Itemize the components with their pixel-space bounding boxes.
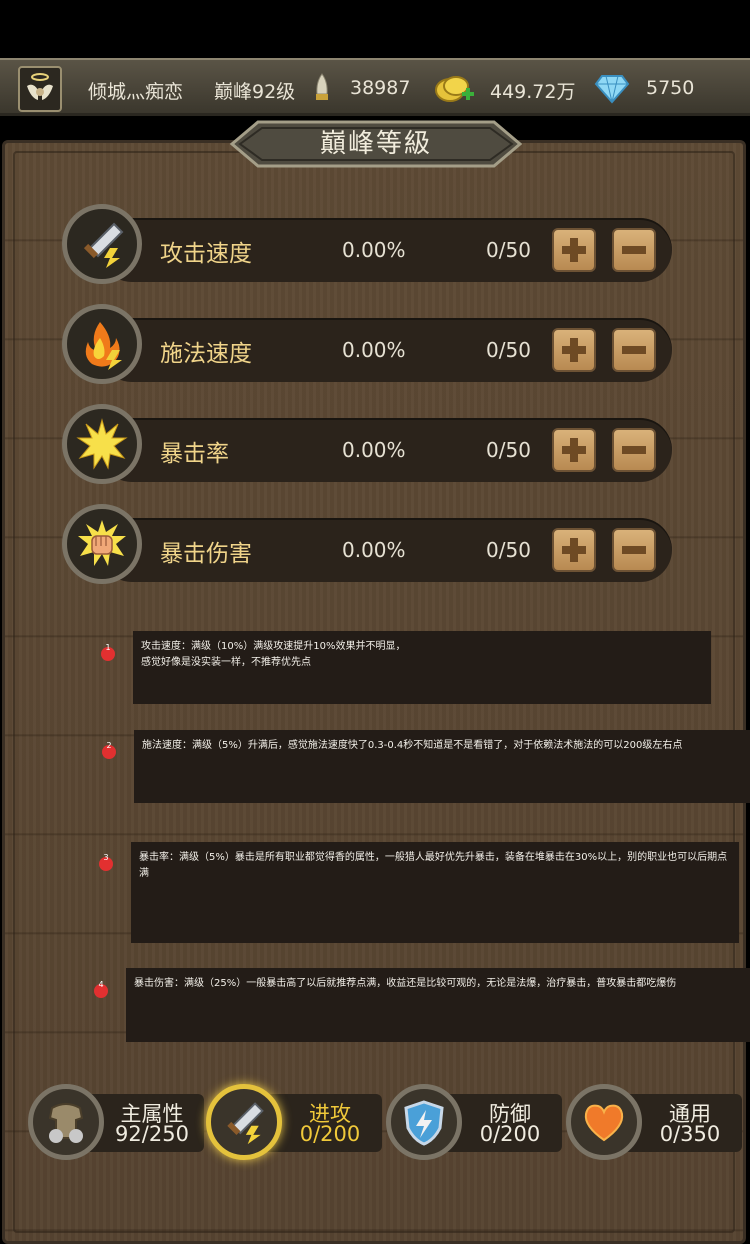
note-box: 施法速度：满级（5%）升满后，感觉施法速度快了0.3-0.4秒不知道是不是看错了…	[134, 730, 750, 803]
burst-icon	[62, 404, 142, 484]
plus-icon	[562, 338, 586, 362]
note-box: 暴击伤害：满级（25%）一般暴击高了以后就推荐点满，收益还是比较可观的，无论是法…	[126, 968, 750, 1042]
attr-name: 暴击伤害	[160, 541, 252, 567]
attr-count: 0/50	[486, 238, 531, 262]
sword-lightning-icon	[62, 204, 142, 284]
minus-icon	[622, 546, 646, 554]
title-banner: 巔峰等級	[230, 120, 522, 168]
peak-level: 巅峰92级	[214, 81, 296, 103]
note-number: 4	[98, 980, 104, 989]
page-title: 巔峰等級	[319, 129, 432, 159]
angel-icon	[27, 73, 53, 100]
attr-row-attack-speed: 攻击速度 0.00% 0/50	[60, 204, 675, 290]
minus-button[interactable]	[612, 528, 656, 572]
gold-coins-add-icon[interactable]	[434, 74, 476, 104]
bullet-icon	[316, 73, 328, 100]
attr-percent: 0.00%	[342, 338, 406, 362]
tab-value: 0/200	[299, 1122, 361, 1146]
sword-lightning-icon	[206, 1084, 282, 1160]
plus-button[interactable]	[552, 228, 596, 272]
plus-icon	[562, 538, 586, 562]
minus-button[interactable]	[612, 428, 656, 472]
attr-row-crit-damage: 暴击伤害 0.00% 0/50	[60, 504, 675, 590]
shield-lightning-icon	[386, 1084, 462, 1160]
diamond-count: 5750	[646, 77, 695, 99]
minus-icon	[622, 446, 646, 454]
plus-icon	[562, 238, 586, 262]
fist-burst-icon	[62, 504, 142, 584]
note-box: 攻击速度：满级（10%）满级攻速提升10%效果并不明显， 感觉好像是没实装一样，…	[133, 631, 711, 704]
tab-main-attribute[interactable]: 主属性 92/250	[28, 1080, 206, 1166]
attr-count: 0/50	[486, 438, 531, 462]
attr-name: 暴击率	[160, 441, 229, 467]
plus-button[interactable]	[552, 428, 596, 472]
plus-icon	[562, 438, 586, 462]
attr-name: 施法速度	[160, 341, 252, 367]
attr-name: 攻击速度	[160, 241, 252, 267]
avatar[interactable]	[18, 66, 62, 112]
attr-percent: 0.00%	[342, 438, 406, 462]
category-tabs: 主属性 92/250 进攻 0/200 防御 0/200 通用 0/350	[0, 1080, 750, 1166]
tab-general[interactable]: 通用 0/350	[566, 1080, 744, 1166]
plus-button[interactable]	[552, 528, 596, 572]
tab-value: 0/200	[479, 1122, 541, 1146]
minus-button[interactable]	[612, 328, 656, 372]
tab-value: 0/350	[659, 1122, 721, 1146]
gold-count: 449.72万	[490, 81, 576, 103]
tab-defense[interactable]: 防御 0/200	[386, 1080, 564, 1166]
plus-button[interactable]	[552, 328, 596, 372]
note-number: 3	[103, 853, 109, 862]
note-box: 暴击率：满级（5%）暴击是所有职业都觉得香的属性，一般猎人最好优先升暴击，装备在…	[131, 842, 739, 943]
note-number: 2	[106, 741, 112, 750]
attr-count: 0/50	[486, 538, 531, 562]
fire-lightning-icon	[62, 304, 142, 384]
attr-row-cast-speed: 施法速度 0.00% 0/50	[60, 304, 675, 390]
minus-icon	[622, 246, 646, 254]
attr-row-crit-rate: 暴击率 0.00% 0/50	[60, 404, 675, 490]
note-number: 1	[105, 643, 111, 652]
attr-percent: 0.00%	[342, 538, 406, 562]
heart-icon	[566, 1084, 642, 1160]
attr-count: 0/50	[486, 338, 531, 362]
minus-button[interactable]	[612, 228, 656, 272]
diamond-icon	[594, 75, 630, 104]
armor-icon	[28, 1084, 104, 1160]
top-bar: 倾城灬痴恋 巅峰92级 38987 449.72万 5750	[0, 58, 750, 116]
tab-value: 92/250	[115, 1122, 189, 1146]
minus-icon	[622, 346, 646, 354]
tab-attack[interactable]: 进攻 0/200	[206, 1080, 384, 1166]
player-name: 倾城灬痴恋	[88, 81, 184, 103]
attr-percent: 0.00%	[342, 238, 406, 262]
resource-count: 38987	[350, 77, 411, 99]
